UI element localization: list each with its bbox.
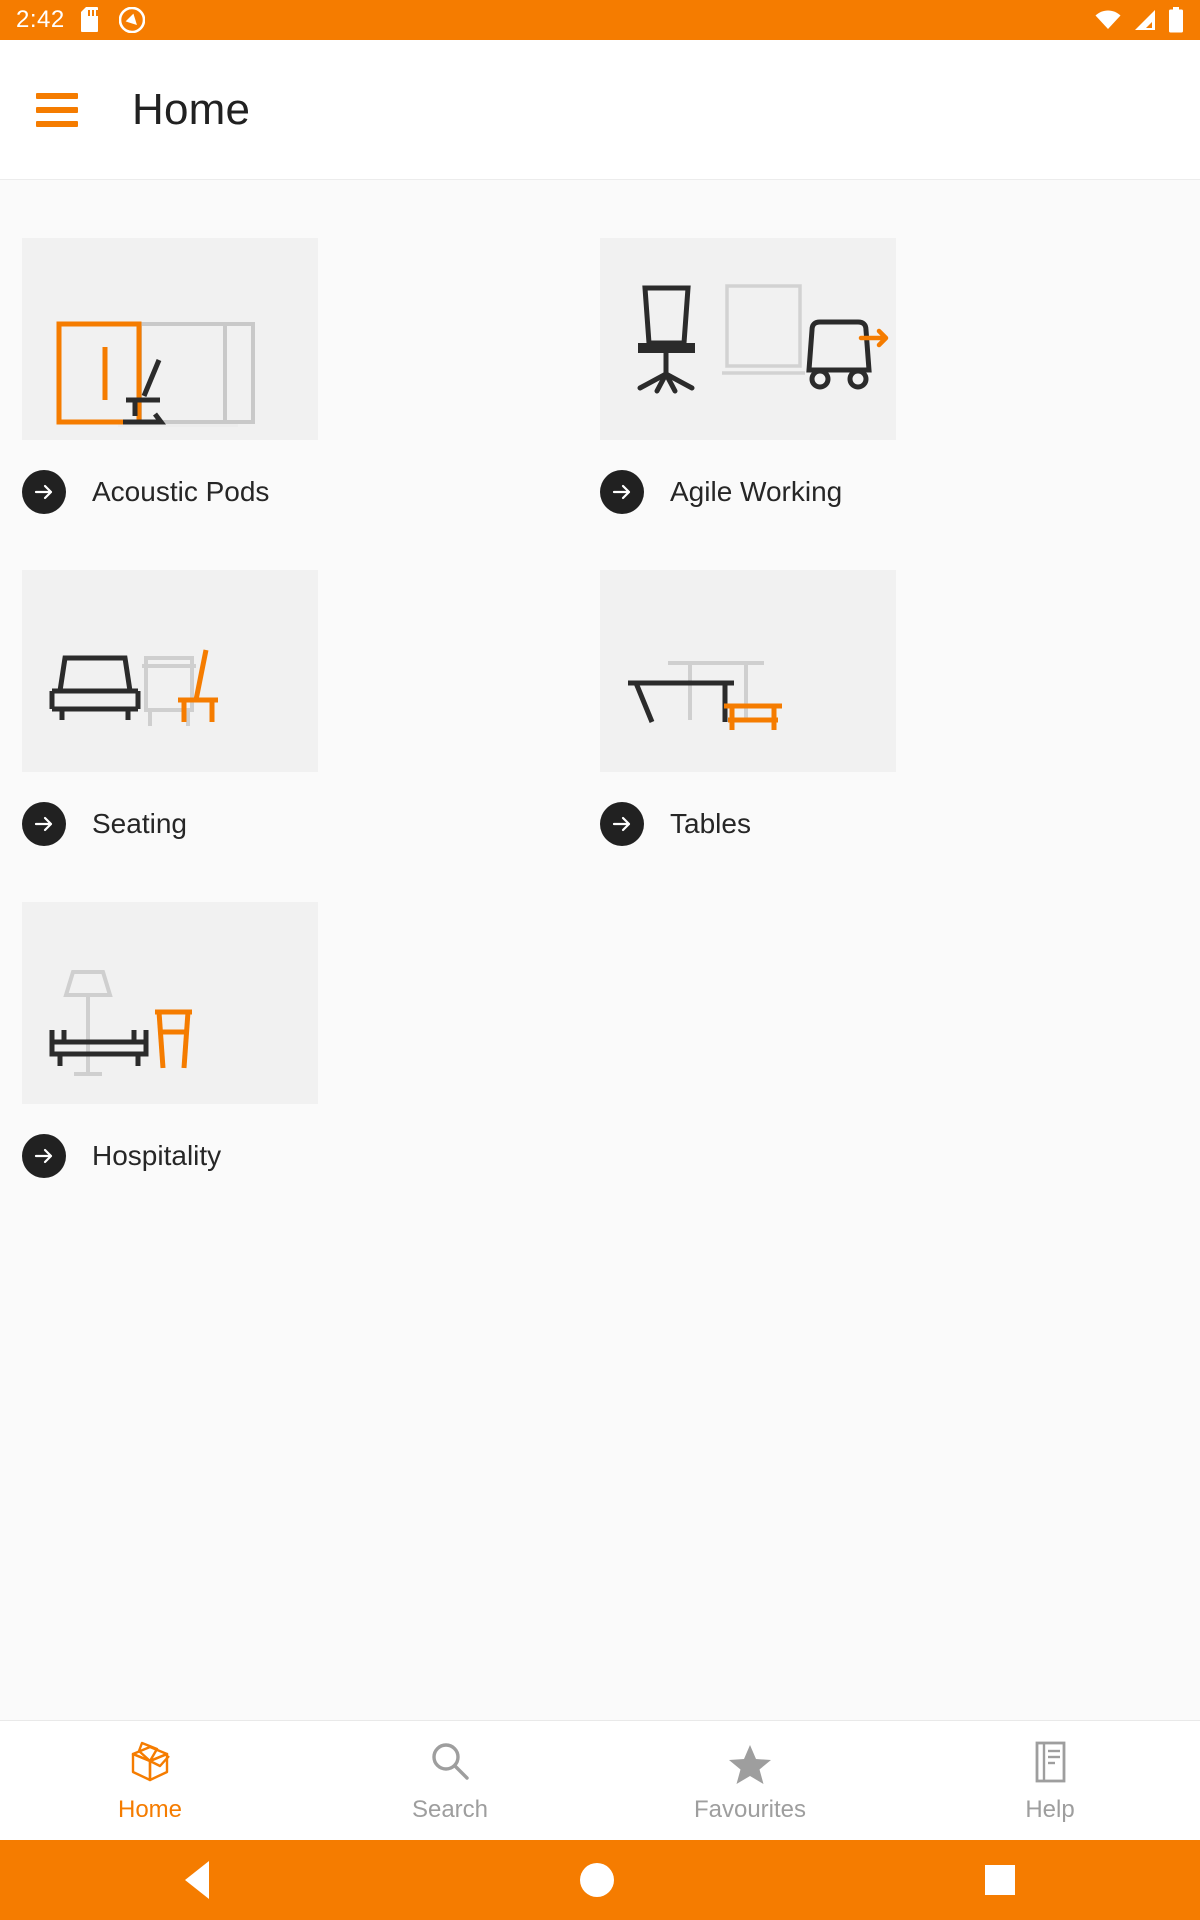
recents-button[interactable] bbox=[984, 1865, 1015, 1895]
hamburger-bar-1 bbox=[36, 92, 78, 99]
category-card-hospitality[interactable]: Hospitality bbox=[22, 902, 600, 1178]
open-box-icon bbox=[131, 1741, 170, 1781]
page-title: Home bbox=[132, 84, 251, 134]
star-icon bbox=[729, 1744, 771, 1784]
nav-label-home: Home bbox=[117, 1795, 183, 1823]
hamburger-menu-icon[interactable] bbox=[36, 92, 78, 127]
category-title: Acoustic Pods bbox=[92, 476, 270, 507]
tables-illustration bbox=[600, 570, 896, 772]
app-bar: Home bbox=[0, 40, 1200, 180]
bottom-navigation-bar: Home Search Favourites Help bbox=[0, 1720, 1200, 1840]
category-title: Seating bbox=[92, 808, 187, 839]
category-label-row: Tables bbox=[600, 802, 1178, 846]
document-icon bbox=[1035, 1741, 1066, 1782]
category-card-acoustic-pods[interactable]: Acoustic Pods bbox=[22, 238, 600, 514]
system-navigation-bar bbox=[0, 1840, 1200, 1920]
arrow-right-icon[interactable] bbox=[600, 802, 644, 846]
category-grid: Acoustic Pods Agile Working Seating Tabl… bbox=[0, 238, 1200, 1234]
category-label-row: Acoustic Pods bbox=[22, 470, 600, 514]
back-button[interactable] bbox=[185, 1861, 210, 1899]
arrow-right-icon[interactable] bbox=[22, 1134, 66, 1178]
status-bar-clock: 2:42 bbox=[16, 6, 65, 33]
category-title: Tables bbox=[670, 808, 751, 839]
category-title: Agile Working bbox=[670, 476, 843, 507]
nav-label-help: Help bbox=[1025, 1795, 1075, 1823]
app-screen: 2:42 Home Acoustic Pods Agile Working Se… bbox=[0, 0, 1200, 1920]
do-not-disturb-icon bbox=[118, 7, 145, 33]
sd-card-icon bbox=[80, 7, 98, 32]
acoustic-pod-illustration bbox=[22, 238, 318, 440]
category-card-tables[interactable]: Tables bbox=[600, 570, 1178, 846]
nav-item-help[interactable]: Help bbox=[900, 1721, 1200, 1840]
status-bar-right bbox=[1094, 7, 1184, 33]
category-label-row: Seating bbox=[22, 802, 600, 846]
home-button[interactable] bbox=[579, 1863, 614, 1897]
nav-item-favourites[interactable]: Favourites bbox=[600, 1721, 900, 1840]
cellular-signal-icon bbox=[1135, 10, 1155, 30]
category-card-agile-working[interactable]: Agile Working bbox=[600, 238, 1178, 514]
arrow-right-icon[interactable] bbox=[22, 802, 66, 846]
arrow-right-icon[interactable] bbox=[22, 470, 66, 514]
status-bar-left: 2:42 bbox=[16, 7, 145, 33]
hamburger-bar-3 bbox=[36, 120, 78, 127]
hamburger-bar-2 bbox=[36, 106, 78, 113]
nav-item-search[interactable]: Search bbox=[300, 1721, 600, 1840]
seating-illustration bbox=[22, 570, 318, 772]
wifi-icon bbox=[1095, 10, 1121, 29]
category-title: Hospitality bbox=[92, 1140, 222, 1171]
search-icon bbox=[432, 1742, 469, 1780]
category-label-row: Hospitality bbox=[22, 1134, 600, 1178]
status-bar: 2:42 bbox=[0, 0, 1200, 40]
category-label-row: Agile Working bbox=[600, 470, 1178, 514]
battery-icon bbox=[1169, 7, 1183, 33]
nav-label-search: Search bbox=[411, 1795, 489, 1823]
category-card-seating[interactable]: Seating bbox=[22, 570, 600, 846]
category-list: Acoustic Pods Agile Working Seating Tabl… bbox=[0, 180, 1200, 1720]
hospitality-illustration bbox=[22, 902, 318, 1104]
nav-item-home[interactable]: Home bbox=[0, 1721, 300, 1840]
arrow-right-icon[interactable] bbox=[600, 470, 644, 514]
agile-working-illustration bbox=[600, 238, 896, 440]
nav-label-favourites: Favourites bbox=[693, 1795, 807, 1823]
